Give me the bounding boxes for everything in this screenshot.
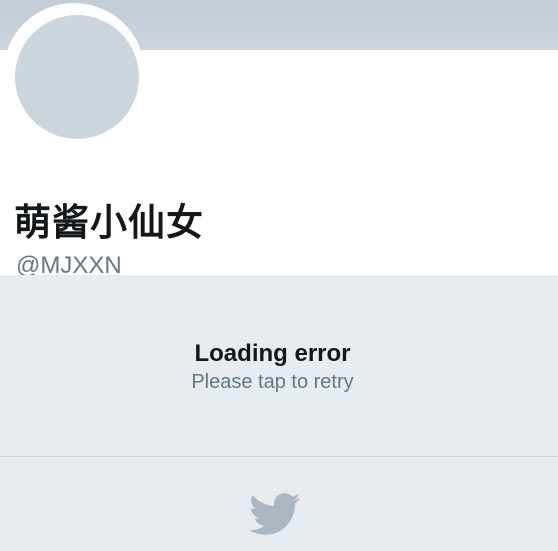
loading-error-title: Loading error [194, 340, 351, 367]
retry-area[interactable]: Loading error Please tap to retry [0, 275, 558, 456]
avatar-border [3, 3, 145, 145]
retry-hint: Please tap to retry [191, 371, 354, 393]
avatar[interactable] [15, 15, 139, 139]
twitter-bird-icon [249, 493, 301, 535]
display-name: 萌酱小仙女 [14, 201, 204, 244]
footer [0, 457, 558, 551]
